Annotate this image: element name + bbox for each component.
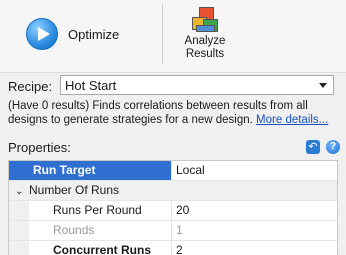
property-row-runs-per-round[interactable]: Runs Per Round 20: [9, 201, 337, 221]
recipe-row: Recipe:: [8, 75, 60, 97]
help-icon[interactable]: ?: [326, 140, 340, 154]
recipe-label: Recipe:: [8, 78, 53, 94]
analyze-label-line1: Analyze: [184, 35, 226, 47]
undo-icon[interactable]: ↶: [306, 140, 320, 154]
property-name: Concurrent Runs: [9, 241, 172, 255]
analyze-label-line2: Results: [185, 48, 225, 60]
property-name: Runs Per Round: [9, 201, 172, 220]
property-name: Run Target: [9, 161, 172, 180]
analyze-results-button[interactable]: Analyze Results: [170, 4, 240, 66]
property-name: Rounds: [9, 221, 172, 240]
property-value[interactable]: 20: [172, 201, 337, 220]
property-category-number-of-runs[interactable]: ⌄ Number Of Runs: [9, 181, 337, 201]
dropdown-arrow-icon: [319, 83, 327, 88]
properties-title: Properties:: [8, 140, 71, 155]
more-details-link[interactable]: More details...: [256, 114, 328, 126]
toolbar-separator: [162, 4, 163, 64]
optimize-button[interactable]: Optimize: [4, 4, 160, 64]
properties-grid: Run Target Local ⌄ Number Of Runs Runs Pe…: [8, 160, 338, 255]
property-value[interactable]: 2: [172, 241, 337, 255]
toolbar: Optimize Analyze Results: [0, 0, 346, 73]
recipe-description: (Have 0 results) Finds correlations betw…: [8, 99, 342, 127]
recipe-dropdown[interactable]: Hot Start: [60, 75, 334, 95]
property-row-rounds: Rounds 1: [9, 221, 337, 241]
optimize-label: Optimize: [68, 26, 120, 42]
property-value: 1: [176, 223, 183, 237]
collapse-chevron-icon[interactable]: ⌄: [15, 182, 29, 201]
properties-header: Properties: ↶ ?: [8, 139, 342, 157]
property-value[interactable]: Local: [172, 161, 337, 180]
play-icon: [26, 18, 58, 50]
category-name: Number Of Runs: [29, 183, 120, 197]
analyze-results-icon: [192, 7, 218, 33]
property-row-concurrent-runs[interactable]: Concurrent Runs 2: [9, 241, 337, 255]
recipe-selected-value: Hot Start: [65, 77, 117, 93]
property-row-run-target[interactable]: Run Target Local: [9, 161, 337, 181]
